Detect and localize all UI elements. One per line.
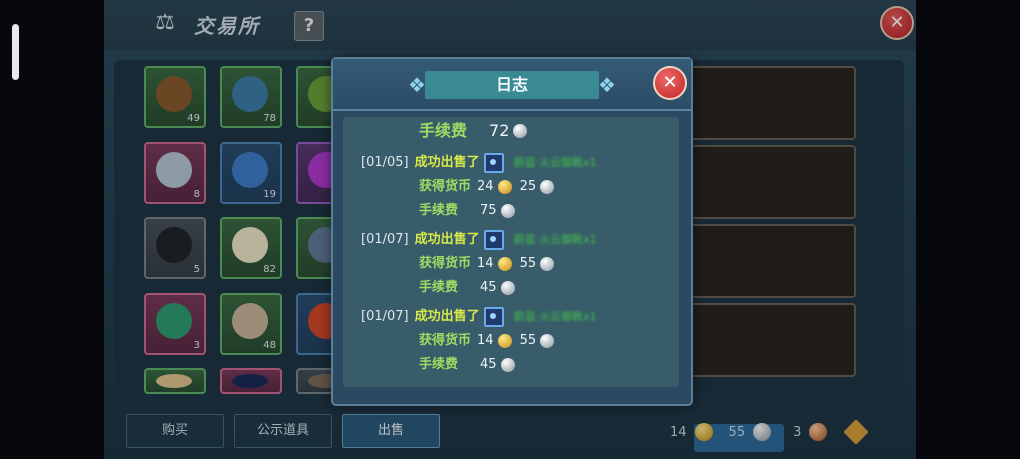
- silver-coin-icon: [540, 334, 555, 348]
- sold-label: 成功出售了: [414, 155, 480, 170]
- log-list[interactable]: 手续费 72 [01/05] 成功出售了 蔚蓝·火云御靴x1 获得货币 24 2…: [343, 117, 679, 387]
- fee-label: 手续费: [419, 203, 459, 218]
- earned-silver: 55: [519, 256, 537, 271]
- item-icon[interactable]: [483, 230, 504, 250]
- silver-coin-icon: [513, 124, 528, 138]
- close-dialog-button[interactable]: ✕: [653, 66, 687, 100]
- earned-gold: 14: [477, 256, 494, 271]
- item-name: 蔚蓝·火云御靴x1: [513, 233, 597, 246]
- fee-value: 45: [480, 357, 497, 372]
- earned-gold: 24: [477, 179, 494, 194]
- silver-coin-icon: [500, 358, 515, 372]
- fee-row: 手续费 75: [419, 201, 515, 221]
- item-icon[interactable]: [483, 153, 504, 173]
- earned-label: 获得货币: [419, 256, 472, 271]
- silver-coin-icon: [500, 281, 515, 295]
- item-name: 蔚蓝·火云御靴x1: [513, 156, 597, 169]
- sold-label: 成功出售了: [414, 232, 480, 247]
- title-plate: 日志: [425, 71, 599, 99]
- gold-coin-icon: [497, 257, 512, 271]
- sold-row: [01/05] 成功出售了 蔚蓝·火云御靴x1: [361, 153, 597, 173]
- sold-row: [01/07] 成功出售了 蔚蓝·火云御靴x1: [361, 307, 597, 327]
- earned-row: 获得货币 14 55: [419, 331, 555, 351]
- earned-label: 获得货币: [419, 179, 472, 194]
- earned-row: 获得货币 24 25: [419, 177, 555, 197]
- fee-label: 手续费: [419, 280, 459, 295]
- silver-coin-icon: [540, 180, 555, 194]
- ornament-right-icon: ❖: [598, 73, 616, 97]
- gold-coin-icon: [497, 334, 512, 348]
- fee-row: 手续费 72: [419, 121, 528, 141]
- fee-label: 手续费: [419, 357, 459, 372]
- entry-date: [01/07]: [361, 232, 409, 247]
- fee-value: 72: [489, 121, 510, 140]
- screen: ⚖ 交易所 ? ✕ 497828195823484 购买 公示道具 出售 14 …: [0, 0, 1020, 459]
- fee-row: 手续费 45: [419, 278, 515, 298]
- silver-coin-icon: [500, 204, 515, 218]
- earned-label: 获得货币: [419, 333, 472, 348]
- earned-silver: 55: [519, 333, 537, 348]
- log-dialog: ❖ 日志 ❖ ✕ 手续费 72 [01/05] 成功出售了 蔚蓝·火云御靴x1: [331, 57, 693, 406]
- gold-coin-icon: [497, 180, 512, 194]
- side-handle[interactable]: [12, 24, 19, 80]
- fee-row: 手续费 45: [419, 355, 515, 375]
- dialog-header: ❖ 日志 ❖ ✕: [333, 59, 691, 111]
- earned-row: 获得货币 14 55: [419, 254, 555, 274]
- dialog-title: 日志: [495, 75, 528, 94]
- right-letterbox: [916, 0, 1020, 459]
- fee-label: 手续费: [419, 121, 468, 140]
- earned-silver: 25: [519, 179, 537, 194]
- fee-value: 75: [480, 203, 497, 218]
- fee-value: 45: [480, 280, 497, 295]
- sold-label: 成功出售了: [414, 309, 480, 324]
- left-letterbox: [0, 0, 104, 459]
- item-icon[interactable]: [483, 307, 504, 327]
- sold-row: [01/07] 成功出售了 蔚蓝·火云御靴x1: [361, 230, 597, 250]
- entry-date: [01/07]: [361, 309, 409, 324]
- entry-date: [01/05]: [361, 155, 409, 170]
- item-name: 蔚蓝·火云御靴x1: [513, 310, 597, 323]
- silver-coin-icon: [540, 257, 555, 271]
- earned-gold: 14: [477, 333, 494, 348]
